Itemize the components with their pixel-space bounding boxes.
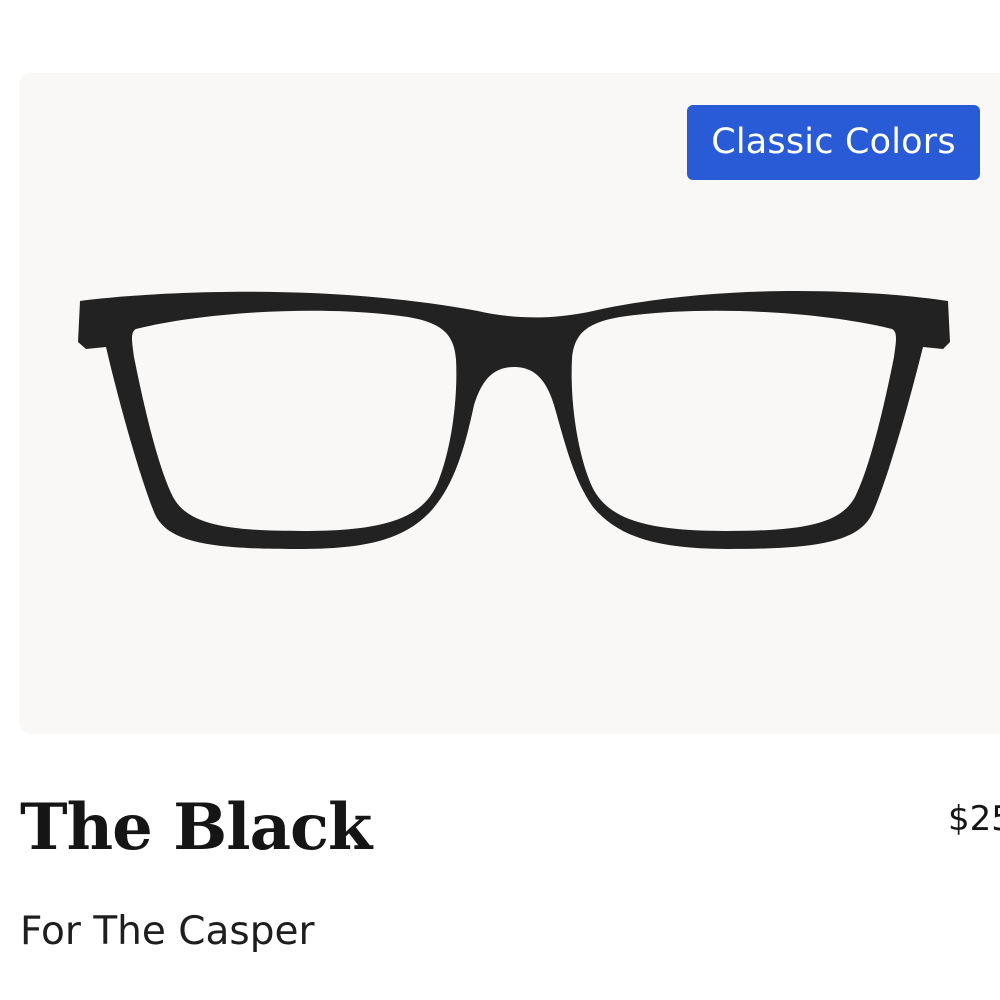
product-name[interactable]: The Black [20,780,372,876]
product-subtitle: For The Casper [20,909,315,954]
product-price: $25 [948,799,1000,839]
eyeglasses-frame-icon [78,287,950,552]
page: Classic Colors The Black $25 For The Cas… [0,0,1000,1000]
classic-colors-badge: Classic Colors [687,105,980,180]
product-card[interactable]: Classic Colors The Black $25 For The Cas… [0,0,1000,1000]
